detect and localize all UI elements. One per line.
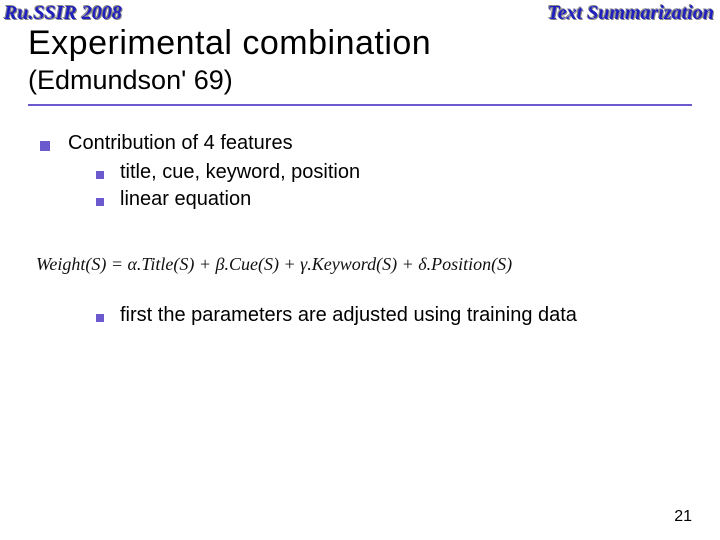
bullet-text: linear equation — [120, 188, 251, 211]
bullet-square-icon — [96, 314, 104, 322]
list-item: linear equation — [96, 188, 680, 211]
bullet-square-icon — [96, 198, 104, 206]
header-right-label: Text Summarization — [547, 2, 714, 25]
list-item: title, cue, keyword, position — [96, 161, 680, 184]
header-left-label: Ru.SSIR 2008 — [4, 2, 122, 25]
list-item: first the parameters are adjusted using … — [96, 304, 680, 327]
bullet-square-icon — [40, 141, 50, 151]
bullet-text: Contribution of 4 features — [68, 132, 293, 155]
slide-subtitle: (Edmundson' 69) — [28, 65, 692, 96]
slide-title-block: Experimental combination (Edmundson' 69) — [28, 24, 692, 106]
bullet-list-2: first the parameters are adjusted using … — [40, 304, 680, 331]
slide-title: Experimental combination — [28, 24, 692, 63]
bullet-text: title, cue, keyword, position — [120, 161, 360, 184]
page-number: 21 — [674, 508, 692, 526]
title-underline — [28, 104, 692, 106]
list-item: Contribution of 4 features — [40, 132, 680, 155]
bullet-list: Contribution of 4 features title, cue, k… — [40, 132, 680, 215]
bullet-square-icon — [96, 171, 104, 179]
bullet-text: first the parameters are adjusted using … — [120, 304, 577, 327]
formula-text: Weight(S) = α.Title(S) + β.Cue(S) + γ.Ke… — [36, 254, 512, 275]
